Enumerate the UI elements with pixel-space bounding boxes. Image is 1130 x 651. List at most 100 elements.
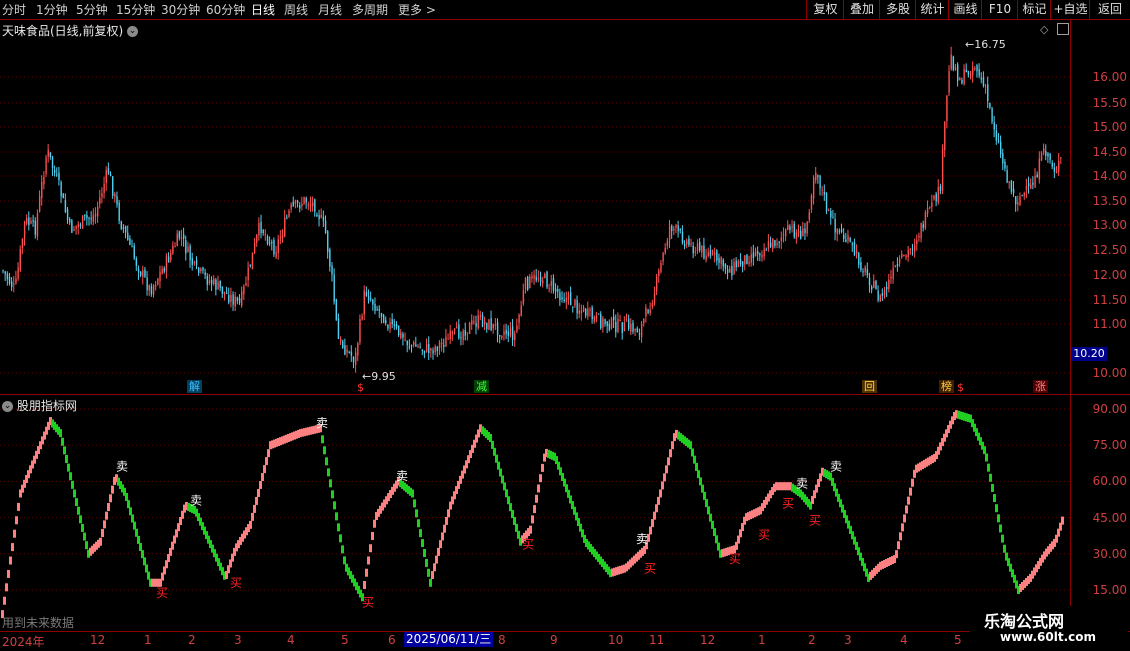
tab-weekly[interactable]: 周线 bbox=[284, 2, 308, 18]
window-toggle-icon[interactable] bbox=[1057, 23, 1069, 35]
oscillator-bar bbox=[373, 519, 376, 528]
candle-body bbox=[30, 220, 32, 224]
oscillator-bar bbox=[517, 530, 520, 539]
candle-body bbox=[924, 212, 927, 228]
candle-body bbox=[511, 326, 514, 340]
indicator-pane[interactable]: 卖卖卖卖卖卖卖买买买买买买买买买 ⌄ 股朋指标网 bbox=[0, 395, 1070, 631]
chevron-down-icon[interactable]: ⌄ bbox=[127, 26, 139, 37]
candle-body bbox=[490, 318, 492, 331]
candle-body bbox=[578, 310, 580, 314]
multi-stock-button[interactable]: 多股 bbox=[879, 0, 916, 19]
candle-body bbox=[355, 352, 357, 365]
candlestick-chart[interactable] bbox=[0, 20, 1070, 394]
candle-body bbox=[281, 234, 284, 239]
candle-body bbox=[183, 234, 185, 239]
candle-body bbox=[750, 254, 752, 263]
tab-30min[interactable]: 30分钟 bbox=[161, 2, 200, 18]
candle-body bbox=[567, 294, 570, 300]
tab-15min[interactable]: 15分钟 bbox=[116, 2, 155, 18]
candle-body bbox=[135, 258, 138, 266]
price-chart-pane[interactable]: 天味食品(日线,前复权) ⌄ ◇ ←16.75 ←9.95 解 $ 减 回 榜 … bbox=[0, 20, 1070, 394]
candle-body bbox=[703, 245, 705, 259]
candle-body bbox=[137, 268, 140, 273]
candle-body bbox=[580, 310, 583, 313]
diamond-icon[interactable]: ◇ bbox=[1040, 23, 1048, 36]
candle-body bbox=[548, 287, 550, 289]
candle-body bbox=[825, 192, 828, 211]
tab-monthly[interactable]: 月线 bbox=[318, 2, 342, 18]
badge-dividend[interactable]: $ bbox=[355, 381, 366, 394]
candle-body bbox=[90, 218, 92, 220]
candle-body bbox=[266, 236, 269, 244]
candle-body bbox=[305, 198, 307, 203]
tab-60min[interactable]: 60分钟 bbox=[206, 2, 245, 18]
candle-body bbox=[888, 279, 890, 290]
draw-line-button[interactable]: 画线 bbox=[948, 0, 982, 19]
oscillator-bar bbox=[423, 548, 426, 557]
candle-body bbox=[557, 289, 559, 292]
candle-body bbox=[273, 240, 275, 255]
tab-timeshare[interactable]: 分时 bbox=[2, 2, 26, 18]
oscillator-bar bbox=[69, 472, 72, 481]
oscillator-bar bbox=[667, 457, 670, 466]
statistics-button[interactable]: 统计 bbox=[915, 0, 949, 19]
badge-reduce[interactable]: 减 bbox=[474, 380, 489, 393]
candle-body bbox=[509, 328, 512, 336]
badge-unlock[interactable]: 解 bbox=[187, 380, 202, 393]
candle-body bbox=[647, 309, 649, 314]
candle-body bbox=[1036, 174, 1038, 177]
candle-body bbox=[733, 262, 735, 274]
time-tick: 12 bbox=[700, 633, 716, 647]
oscillator-bar bbox=[129, 507, 132, 516]
chevron-down-icon[interactable]: ⌄ bbox=[2, 401, 13, 412]
badge-buyback[interactable]: 回 bbox=[862, 380, 877, 393]
buy-marker: 买 bbox=[362, 595, 374, 609]
candle-body bbox=[423, 350, 426, 354]
badge-limit-up[interactable]: 涨 bbox=[1033, 380, 1048, 393]
candle-body bbox=[320, 214, 322, 218]
candle-body bbox=[337, 318, 340, 340]
indicator-title-bar: ⌄ 股朋指标网 bbox=[2, 397, 77, 414]
mark-button[interactable]: 标记 bbox=[1017, 0, 1051, 19]
restore-rights-button[interactable]: 复权 bbox=[806, 0, 844, 19]
candle-body bbox=[348, 351, 350, 353]
candle-body bbox=[840, 229, 843, 232]
tab-more[interactable]: 更多 > bbox=[398, 2, 436, 18]
candle-body bbox=[116, 196, 118, 205]
oscillator-bar bbox=[339, 534, 342, 543]
candle-body bbox=[1032, 182, 1034, 185]
candle-body bbox=[651, 303, 654, 307]
candle-body bbox=[959, 78, 961, 81]
tab-1min[interactable]: 1分钟 bbox=[36, 2, 68, 18]
tab-5min[interactable]: 5分钟 bbox=[76, 2, 108, 18]
candle-body bbox=[615, 321, 617, 332]
candle-body bbox=[954, 67, 957, 71]
time-tick: 12 bbox=[90, 633, 106, 647]
candle-body bbox=[726, 269, 729, 273]
candle-body bbox=[499, 334, 501, 337]
tab-daily[interactable]: 日线 bbox=[251, 2, 275, 18]
badge-dividend-2[interactable]: $ bbox=[955, 381, 966, 394]
sell-marker: 卖 bbox=[636, 532, 648, 546]
add-watchlist-button[interactable]: +自选 bbox=[1050, 0, 1090, 19]
candle-body bbox=[34, 220, 37, 235]
candle-body bbox=[193, 261, 196, 264]
tab-multi-period[interactable]: 多周期 bbox=[352, 2, 388, 18]
candle-body bbox=[127, 232, 129, 240]
oscillator-bar bbox=[251, 512, 254, 521]
candle-body bbox=[236, 297, 239, 301]
candle-body bbox=[303, 197, 305, 204]
oscillator-bar bbox=[7, 569, 10, 578]
badge-ranking[interactable]: 榜 bbox=[939, 380, 954, 393]
candle-body bbox=[621, 322, 623, 334]
candle-body bbox=[920, 222, 922, 239]
oscillator-bar bbox=[67, 463, 70, 472]
f10-button[interactable]: F10 bbox=[981, 0, 1018, 19]
back-button[interactable]: 返回 bbox=[1089, 0, 1130, 19]
candle-body bbox=[952, 56, 955, 70]
oscillator-bar bbox=[909, 487, 912, 496]
overlay-button[interactable]: 叠加 bbox=[843, 0, 880, 19]
candle-body bbox=[367, 295, 370, 301]
oscillator-chart[interactable]: 卖卖卖卖卖卖卖买买买买买买买买买 bbox=[0, 395, 1070, 631]
candle-body bbox=[47, 149, 49, 157]
